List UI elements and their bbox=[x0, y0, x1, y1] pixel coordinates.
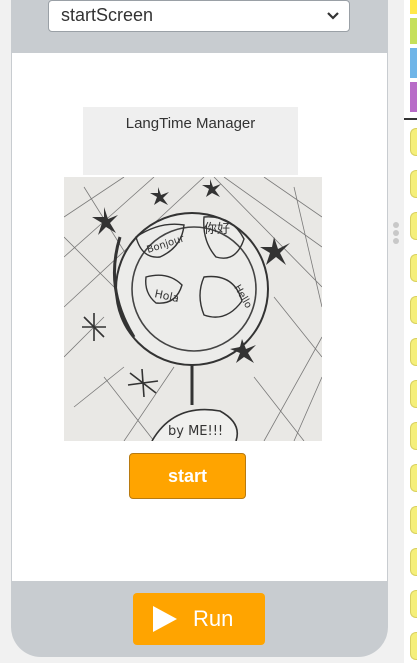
category-swatch-green[interactable] bbox=[410, 18, 417, 44]
toolbox-block[interactable] bbox=[410, 338, 417, 366]
toolbox-block[interactable] bbox=[410, 380, 417, 408]
svg-text:你好: 你好 bbox=[204, 222, 230, 237]
toolbox-block[interactable] bbox=[410, 590, 417, 618]
play-icon bbox=[153, 606, 177, 632]
toolbox-block[interactable] bbox=[410, 506, 417, 534]
toolbox-block[interactable] bbox=[410, 128, 417, 156]
start-button[interactable]: start bbox=[129, 453, 246, 499]
toolbox-block[interactable] bbox=[410, 296, 417, 324]
run-button[interactable]: Run bbox=[133, 593, 265, 645]
run-button-label: Run bbox=[193, 606, 234, 631]
category-swatch-blue[interactable] bbox=[410, 48, 417, 78]
toolbox-block[interactable] bbox=[410, 464, 417, 492]
screen-dropdown-value: startScreen bbox=[61, 5, 154, 25]
toolbox-divider bbox=[404, 118, 417, 120]
svg-text:by ME!!!: by ME!!! bbox=[168, 424, 223, 439]
category-swatch-purple[interactable] bbox=[410, 82, 417, 112]
toolbox-block[interactable] bbox=[410, 254, 417, 282]
category-swatch-yellow[interactable] bbox=[410, 0, 417, 14]
globe-drawing-image: Bonjour 你好 Hola Hello by ME!!! bbox=[64, 177, 322, 441]
app-screen: LangTime Manager Bonjour 你好 Hola Hello b… bbox=[12, 53, 387, 581]
toolbox-block[interactable] bbox=[410, 170, 417, 198]
toolbox-block[interactable] bbox=[410, 212, 417, 240]
toolbox-block[interactable] bbox=[410, 422, 417, 450]
toolbox-block[interactable] bbox=[410, 548, 417, 576]
chevron-down-icon bbox=[327, 12, 339, 20]
app-title-label: LangTime Manager bbox=[83, 107, 298, 175]
screen-dropdown[interactable]: startScreen bbox=[48, 0, 350, 32]
panel-resize-handle[interactable] bbox=[392, 220, 400, 250]
toolbox-block[interactable] bbox=[410, 632, 417, 660]
